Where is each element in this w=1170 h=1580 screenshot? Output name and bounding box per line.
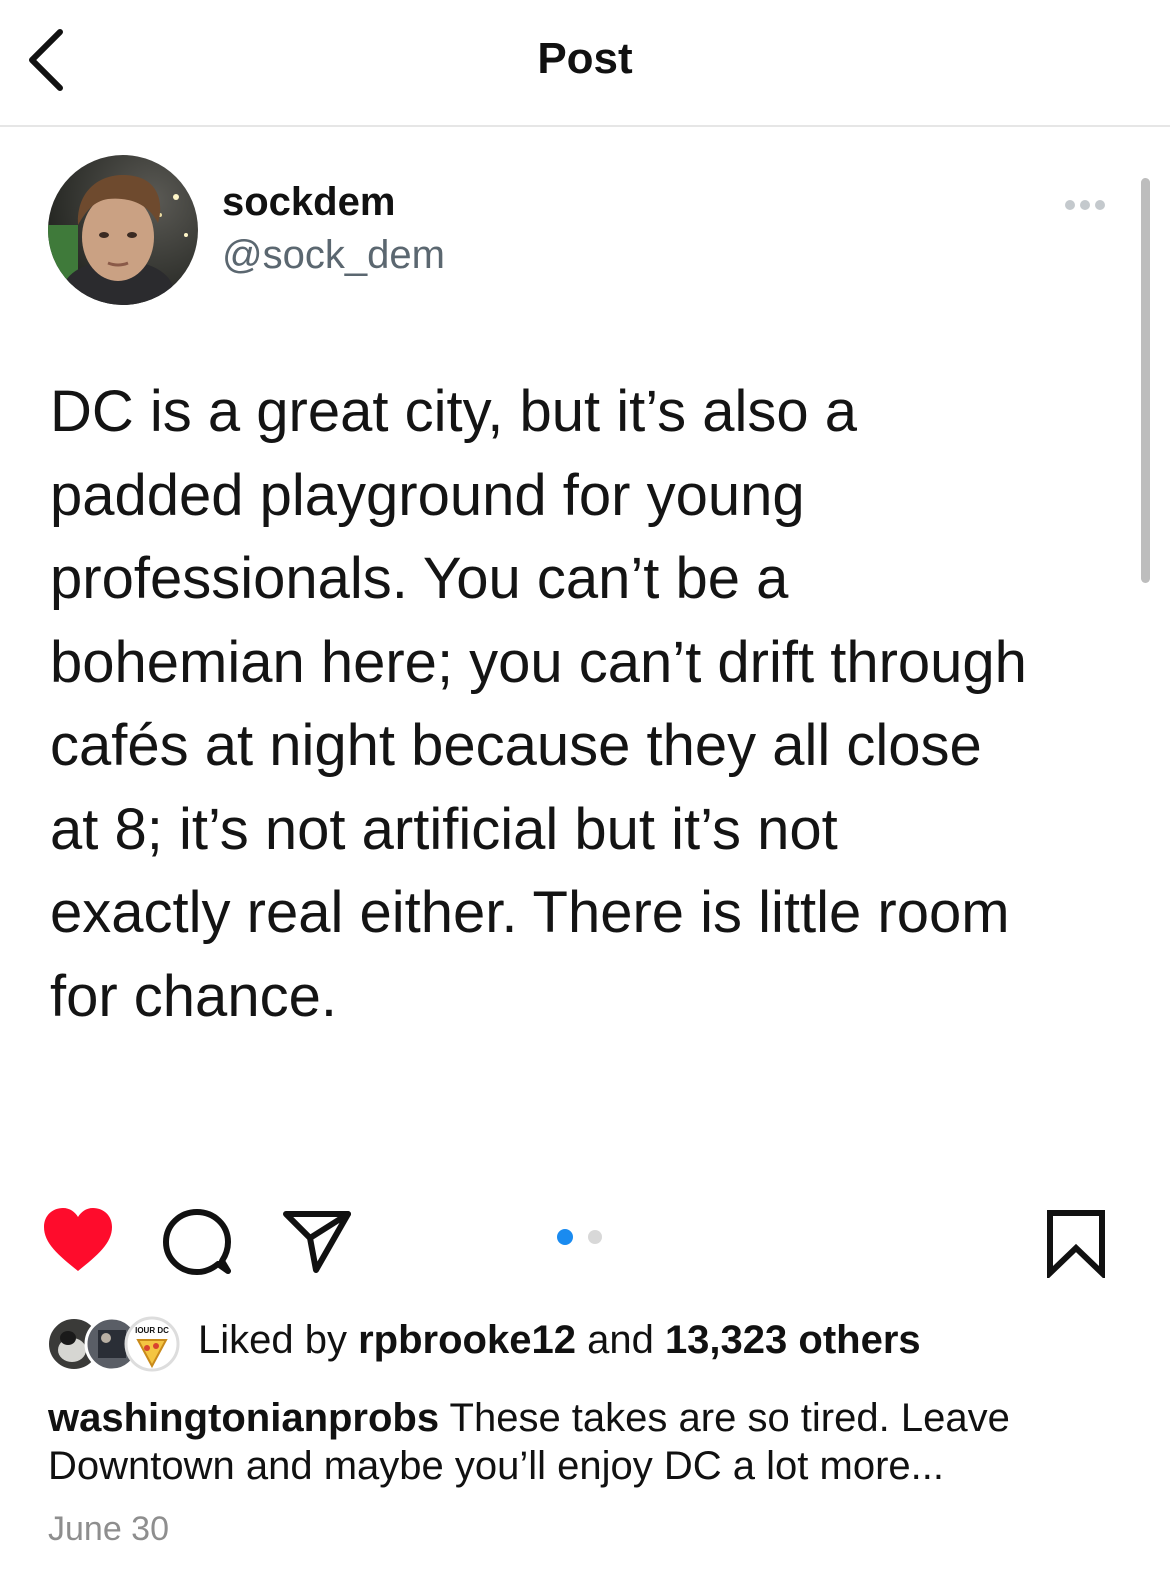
carousel-dot-active (557, 1229, 573, 1245)
scrollbar[interactable] (1141, 178, 1150, 583)
likes-connector: and (575, 1318, 665, 1362)
liker-avatars[interactable]: IOUR DC (46, 1316, 182, 1372)
top-nav-bar: Post (0, 0, 1170, 127)
page-title: Post (537, 34, 633, 83)
heart-filled-icon[interactable] (40, 1205, 116, 1275)
comment-icon[interactable] (160, 1205, 234, 1279)
liker-avatar-badge-text: IOUR DC (135, 1326, 169, 1335)
carousel-indicator (557, 1229, 602, 1245)
liker-username[interactable]: rpbrooke12 (358, 1318, 576, 1362)
post-text-line: DC is a great city, but it’s also a (50, 379, 857, 444)
post-text-line: exactly real either. There is little roo… (50, 880, 1010, 945)
post-text-line: padded playground for young (50, 462, 805, 528)
author-handle[interactable]: @sock_dem (222, 233, 445, 278)
likes-count[interactable]: 13,323 others (665, 1318, 921, 1362)
post-text-line: cafés at night because they all close (50, 713, 982, 778)
author-display-name[interactable]: sockdem (222, 180, 395, 225)
post-date: June 30 (48, 1510, 169, 1548)
post-text-line: bohemian here; you can’t drift through (50, 629, 1027, 695)
post-text-line: for chance. (50, 963, 337, 1029)
liker-avatar: IOUR DC (124, 1316, 180, 1372)
likes-prefix: Liked by (198, 1318, 359, 1362)
post-text-line: at 8; it’s not artificial but it’s not (50, 796, 838, 862)
caption: washingtonianprobs These takes are so ti… (48, 1394, 1138, 1490)
author-avatar[interactable] (48, 155, 198, 305)
post-text-line: professionals. You can’t be a (50, 546, 789, 611)
paper-plane-icon[interactable] (282, 1208, 352, 1274)
post-text: DC is a great city, but it’s also a padd… (50, 370, 1140, 1038)
caption-username[interactable]: washingtonianprobs (48, 1396, 439, 1440)
likes-summary[interactable]: Liked by rpbrooke12 and 13,323 others (198, 1318, 921, 1363)
bookmark-icon[interactable] (1044, 1208, 1108, 1278)
more-horizontal-icon[interactable] (1060, 194, 1110, 216)
carousel-dot (588, 1230, 602, 1244)
